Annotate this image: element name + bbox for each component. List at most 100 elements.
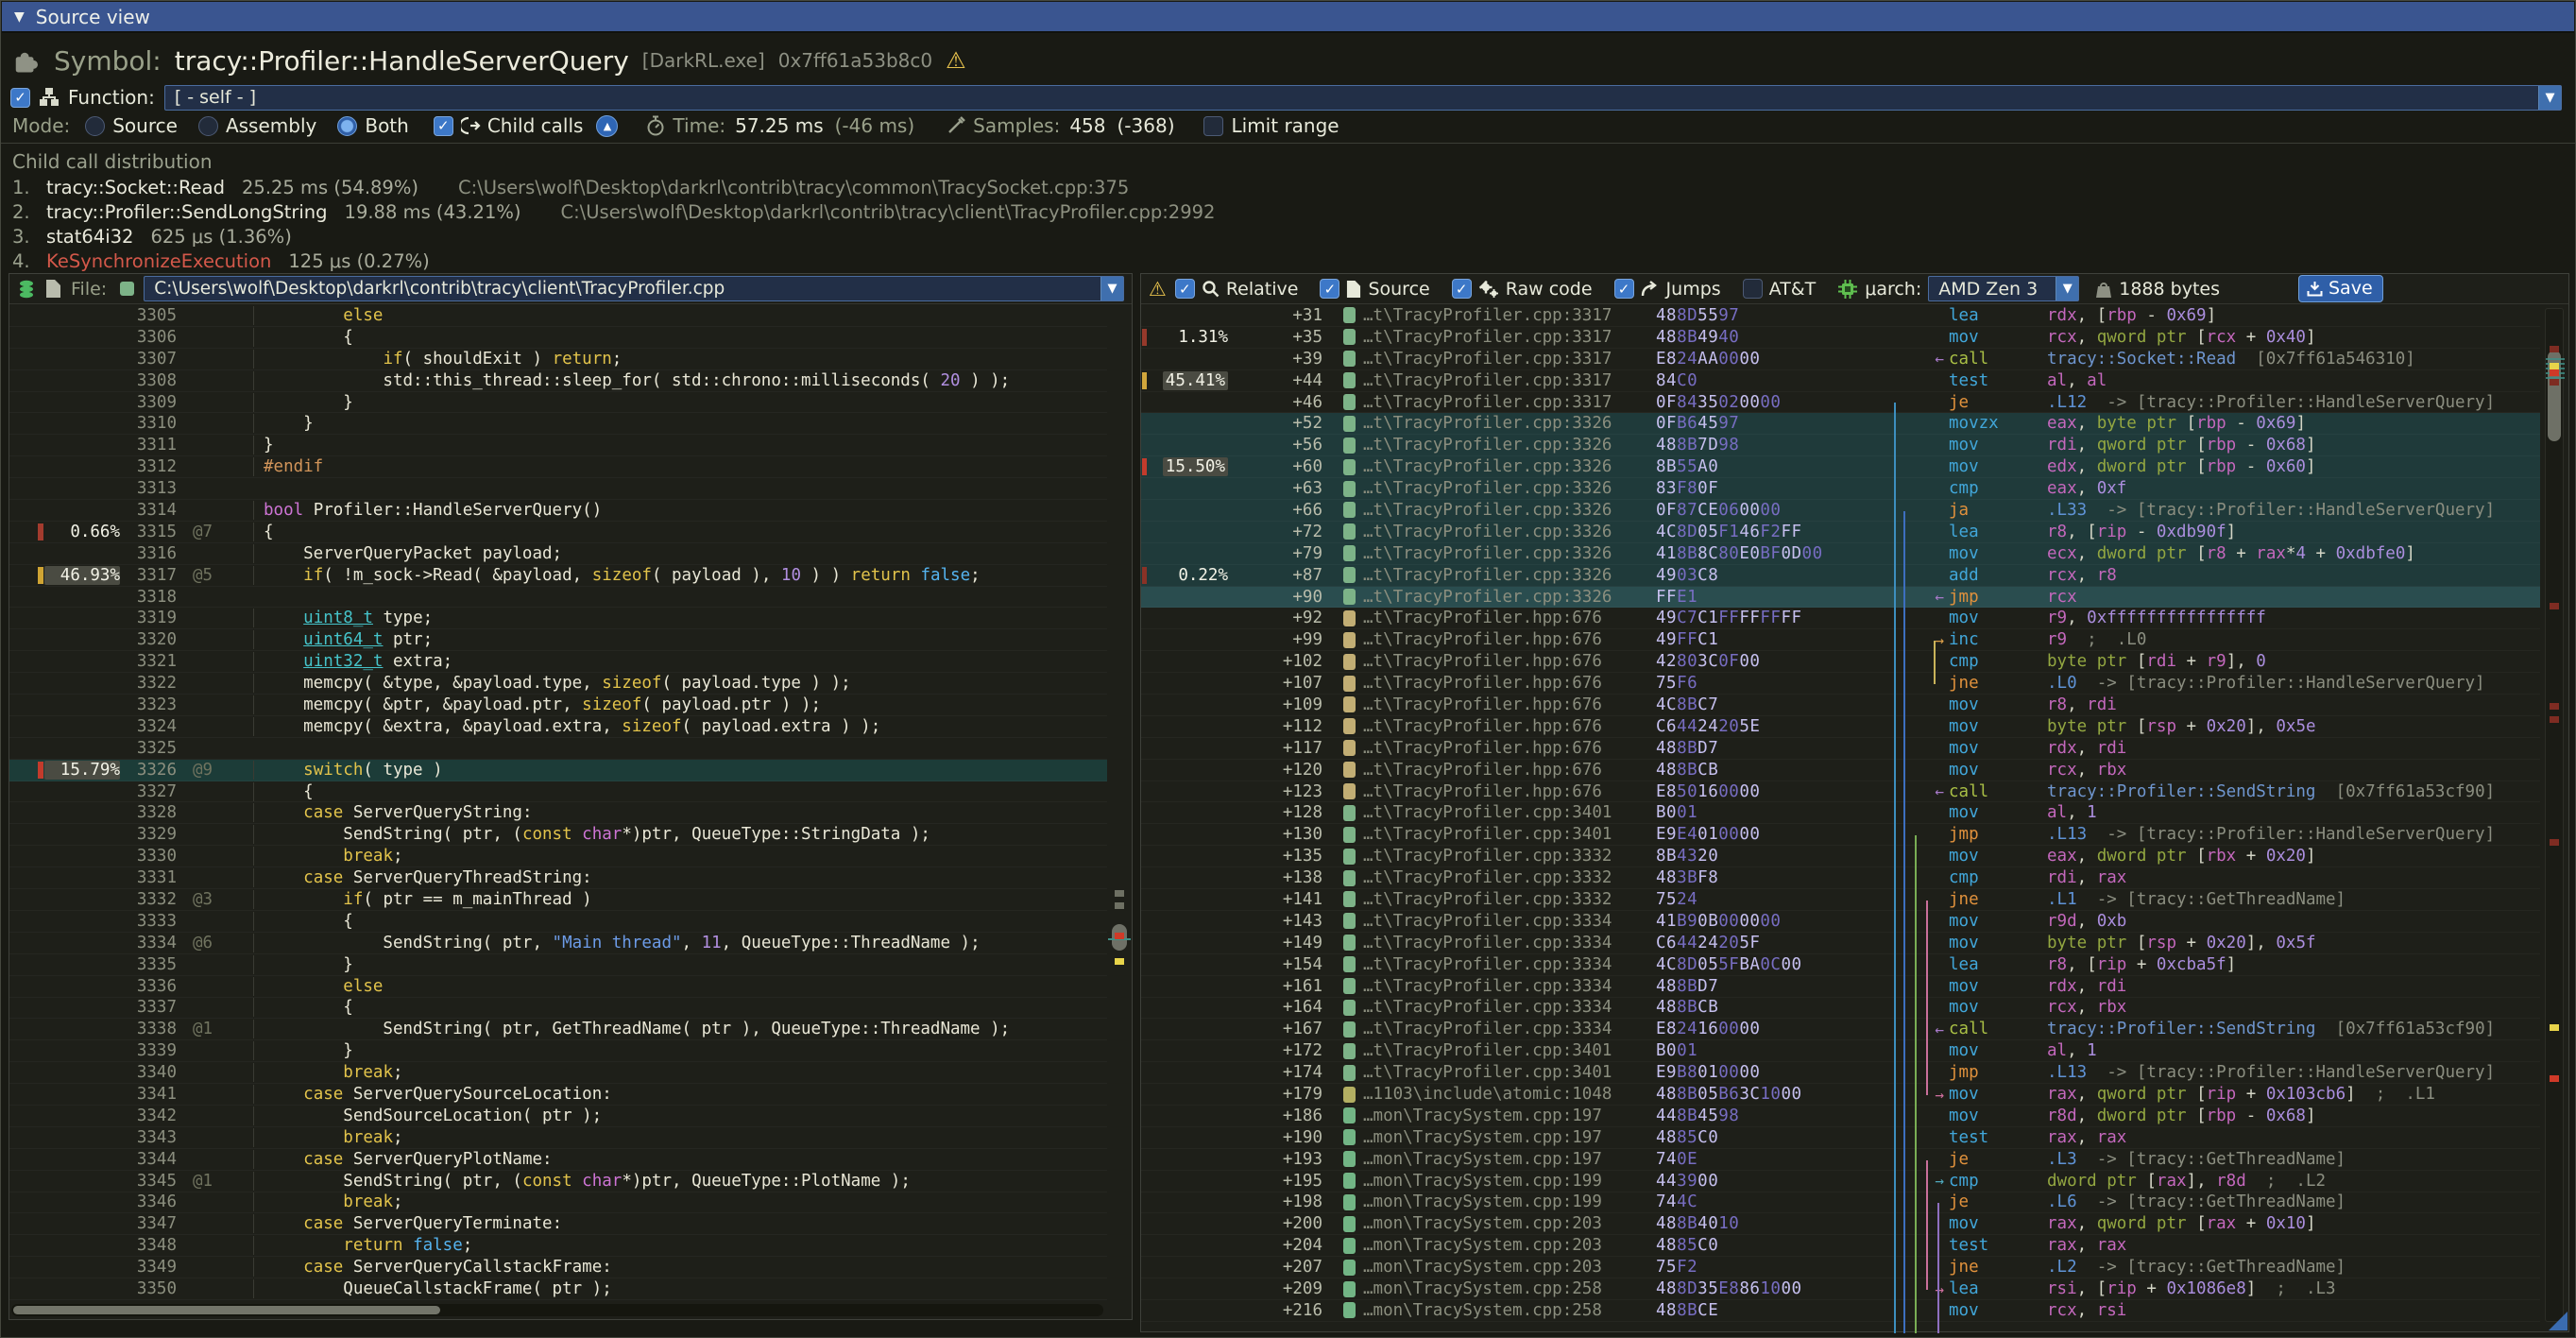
source-line[interactable]: 46.93%3317@5 if( !m_sock->Read( &payload… (9, 565, 1107, 587)
asm-row[interactable]: +141…t\TracyProfiler.cpp:33327524jne.L1 … (1141, 889, 2540, 911)
file-dropdown[interactable]: C:\Users\wolf\Desktop\darkrl\contrib\tra… (144, 276, 1124, 301)
source-line[interactable]: 3327 { (9, 781, 1107, 803)
source-line[interactable]: 3307 if( shouldExit ) return; (9, 349, 1107, 370)
asm-row[interactable]: +90…t\TracyProfiler.cpp:3326FFE1←jmprcx (1141, 587, 2540, 609)
source-line[interactable]: 3322 memcpy( &type, &payload.type, sizeo… (9, 673, 1107, 695)
row-source-location[interactable]: …t\TracyProfiler.hpp:676 (1363, 782, 1618, 801)
chevron-down-icon[interactable]: ▼ (1100, 277, 1123, 300)
child-call-entry[interactable]: 1.tracy::Socket::Read25.25 ms (54.89%)C:… (12, 177, 2564, 201)
source-line[interactable]: 3349 case ServerQueryCallstackFrame: (9, 1257, 1107, 1278)
source-line[interactable]: 3306 { (9, 327, 1107, 349)
asm-row[interactable]: +63…t\TracyProfiler.cpp:332683F80Fcmpeax… (1141, 478, 2540, 500)
row-source-location[interactable]: …t\TracyProfiler.cpp:3326 (1363, 457, 1618, 476)
source-line[interactable]: 3328 case ServerQueryString: (9, 802, 1107, 824)
asm-row[interactable]: 1.31%+35…t\TracyProfiler.cpp:3317488B494… (1141, 327, 2540, 349)
source-line[interactable]: 3308 std::this_thread::sleep_for( std::c… (9, 370, 1107, 392)
asm-row[interactable]: +149…t\TracyProfiler.cpp:3334C64424205Fm… (1141, 933, 2540, 954)
source-toggle-label[interactable]: Source (1368, 279, 1429, 300)
asm-row[interactable]: +207…mon\TracySystem.cpp:20375F2jne.L2 -… (1141, 1257, 2540, 1278)
asm-row[interactable]: +79…t\TracyProfiler.cpp:3326418B8C80E0BF… (1141, 543, 2540, 565)
source-line[interactable]: 3330 break; (9, 846, 1107, 867)
source-line[interactable]: 3331 case ServerQueryThreadString: (9, 867, 1107, 889)
asm-row[interactable]: +161…t\TracyProfiler.cpp:3334488BD7movrd… (1141, 976, 2540, 998)
source-line[interactable]: 3335 } (9, 954, 1107, 976)
asm-row[interactable]: +99…t\TracyProfiler.hpp:67649FFC1→incr9 … (1141, 629, 2540, 651)
asm-row[interactable]: +56…t\TracyProfiler.cpp:3326488B7D98movr… (1141, 435, 2540, 456)
asm-row[interactable]: +167…t\TracyProfiler.cpp:3334E824160000←… (1141, 1019, 2540, 1040)
relative-checkbox[interactable]: ✓ (1175, 279, 1195, 299)
asm-row[interactable]: +143…t\TracyProfiler.cpp:333441B90B00000… (1141, 911, 2540, 933)
source-line[interactable]: 3347 case ServerQueryTerminate: (9, 1213, 1107, 1235)
raw-code-label[interactable]: Raw code (1506, 279, 1593, 300)
radio-source-label[interactable]: Source (112, 114, 178, 137)
source-line[interactable]: 3319 uint8_t type; (9, 608, 1107, 629)
source-line[interactable]: 3309 } (9, 392, 1107, 414)
function-dropdown[interactable]: [ - self - ] ▼ (164, 85, 2562, 111)
source-line[interactable]: 3342 SendSourceLocation( ptr ); (9, 1106, 1107, 1127)
source-line[interactable]: 3341 case ServerQuerySourceLocation: (9, 1084, 1107, 1106)
source-line[interactable]: 3329 SendString( ptr, (const char*)ptr, … (9, 824, 1107, 846)
row-source-location[interactable]: …mon\TracySystem.cpp:197 (1363, 1150, 1618, 1169)
source-line[interactable]: 3332@3 if( ptr == m_mainThread ) (9, 889, 1107, 911)
asm-row[interactable]: +154…t\TracyProfiler.cpp:33344C8D055FBA0… (1141, 954, 2540, 976)
row-source-location[interactable]: …t\TracyProfiler.cpp:3401 (1363, 825, 1618, 844)
asm-row[interactable]: +102…t\TracyProfiler.hpp:67642803C0F00cm… (1141, 651, 2540, 673)
source-line[interactable]: 3310 } (9, 413, 1107, 435)
chevron-down-icon[interactable]: ▼ (2538, 86, 2561, 110)
row-source-location[interactable]: …mon\TracySystem.cpp:203 (1363, 1214, 1618, 1233)
source-vertical-scrollbar[interactable] (1111, 308, 1128, 1298)
asm-row[interactable]: +216…mon\TracySystem.cpp:258488BCEmovrcx… (1141, 1300, 2540, 1322)
row-source-location[interactable]: …1103\include\atomic:1048 (1363, 1085, 1618, 1104)
relative-label[interactable]: Relative (1226, 279, 1299, 300)
radio-assembly-label[interactable]: Assembly (226, 114, 316, 137)
asm-row[interactable]: +193…mon\TracySystem.cpp:197740Eje.L3 ->… (1141, 1149, 2540, 1171)
asm-row[interactable]: +39…t\TracyProfiler.cpp:3317E824AA0000←c… (1141, 349, 2540, 370)
asm-row[interactable]: +209…mon\TracySystem.cpp:258488D35E88610… (1141, 1278, 2540, 1300)
row-source-location[interactable]: …t\TracyProfiler.hpp:676 (1363, 609, 1618, 627)
asm-row[interactable]: +123…t\TracyProfiler.hpp:676E850160000←c… (1141, 781, 2540, 803)
source-line[interactable]: 3333 { (9, 911, 1107, 933)
row-source-location[interactable]: …t\TracyProfiler.cpp:3401 (1363, 1041, 1618, 1060)
jumps-checkbox[interactable]: ✓ (1614, 279, 1634, 299)
radio-source[interactable] (85, 116, 105, 136)
radio-assembly[interactable] (198, 116, 218, 136)
row-source-location[interactable]: …t\TracyProfiler.cpp:3326 (1363, 436, 1618, 455)
asm-row[interactable]: +195…mon\TracySystem.cpp:199443900→cmpdw… (1141, 1171, 2540, 1192)
row-source-location[interactable]: …t\TracyProfiler.cpp:3332 (1363, 847, 1618, 866)
row-source-location[interactable]: …t\TracyProfiler.hpp:676 (1363, 761, 1618, 780)
radio-both-label[interactable]: Both (365, 114, 408, 137)
limit-range-checkbox[interactable]: ✓ (1203, 116, 1223, 136)
row-source-location[interactable]: …mon\TracySystem.cpp:199 (1363, 1192, 1618, 1211)
row-source-location[interactable]: …t\TracyProfiler.cpp:3401 (1363, 1063, 1618, 1082)
raw-code-checkbox[interactable]: ✓ (1452, 279, 1472, 299)
row-source-location[interactable]: …t\TracyProfiler.cpp:3334 (1363, 955, 1618, 974)
asm-row[interactable]: +92…t\TracyProfiler.hpp:67649C7C1FFFFFFF… (1141, 608, 2540, 629)
source-line[interactable]: 3305 else (9, 305, 1107, 327)
source-line[interactable]: 3316 ServerQueryPacket payload; (9, 543, 1107, 565)
resize-grip[interactable] (2549, 1312, 2567, 1330)
row-source-location[interactable]: …mon\TracySystem.cpp:203 (1363, 1258, 1618, 1277)
row-source-location[interactable]: …mon\TracySystem.cpp:197 (1363, 1106, 1618, 1125)
row-source-location[interactable]: …t\TracyProfiler.cpp:3317 (1363, 393, 1618, 412)
row-source-location[interactable]: …t\TracyProfiler.hpp:676 (1363, 739, 1618, 758)
source-line[interactable]: 3318 (9, 587, 1107, 609)
row-source-location[interactable]: …mon\TracySystem.cpp:203 (1363, 1236, 1618, 1255)
collapse-up-button[interactable]: ▲ (596, 115, 618, 137)
source-line[interactable]: 3343 break; (9, 1127, 1107, 1149)
scrollbar-thumb[interactable] (13, 1306, 440, 1314)
asm-row[interactable]: +128…t\TracyProfiler.cpp:3401B001moval, … (1141, 802, 2540, 824)
row-source-location[interactable]: …mon\TracySystem.cpp:197 (1363, 1128, 1618, 1147)
source-line[interactable]: 3311} (9, 435, 1107, 456)
asm-row[interactable]: +107…t\TracyProfiler.hpp:67675F6jne.L0 -… (1141, 673, 2540, 695)
asm-row[interactable]: +109…t\TracyProfiler.hpp:6764C8BC7movr8,… (1141, 695, 2540, 716)
asm-row[interactable]: +46…t\TracyProfiler.cpp:33170F8435020000… (1141, 392, 2540, 414)
source-line[interactable]: 3345@1 SendString( ptr, (const char*)ptr… (9, 1171, 1107, 1192)
limit-range-label[interactable]: Limit range (1232, 114, 1339, 137)
row-source-location[interactable]: …t\TracyProfiler.cpp:3332 (1363, 868, 1618, 887)
row-source-location[interactable]: …t\TracyProfiler.cpp:3317 (1363, 371, 1618, 390)
source-line[interactable]: 3323 memcpy( &ptr, &payload.ptr, sizeof(… (9, 695, 1107, 716)
function-checkbox[interactable]: ✓ (10, 88, 30, 108)
row-source-location[interactable]: …t\TracyProfiler.cpp:3401 (1363, 803, 1618, 822)
source-line[interactable]: 3325 (9, 738, 1107, 760)
source-line[interactable]: 3314bool Profiler::HandleServerQuery() (9, 500, 1107, 522)
